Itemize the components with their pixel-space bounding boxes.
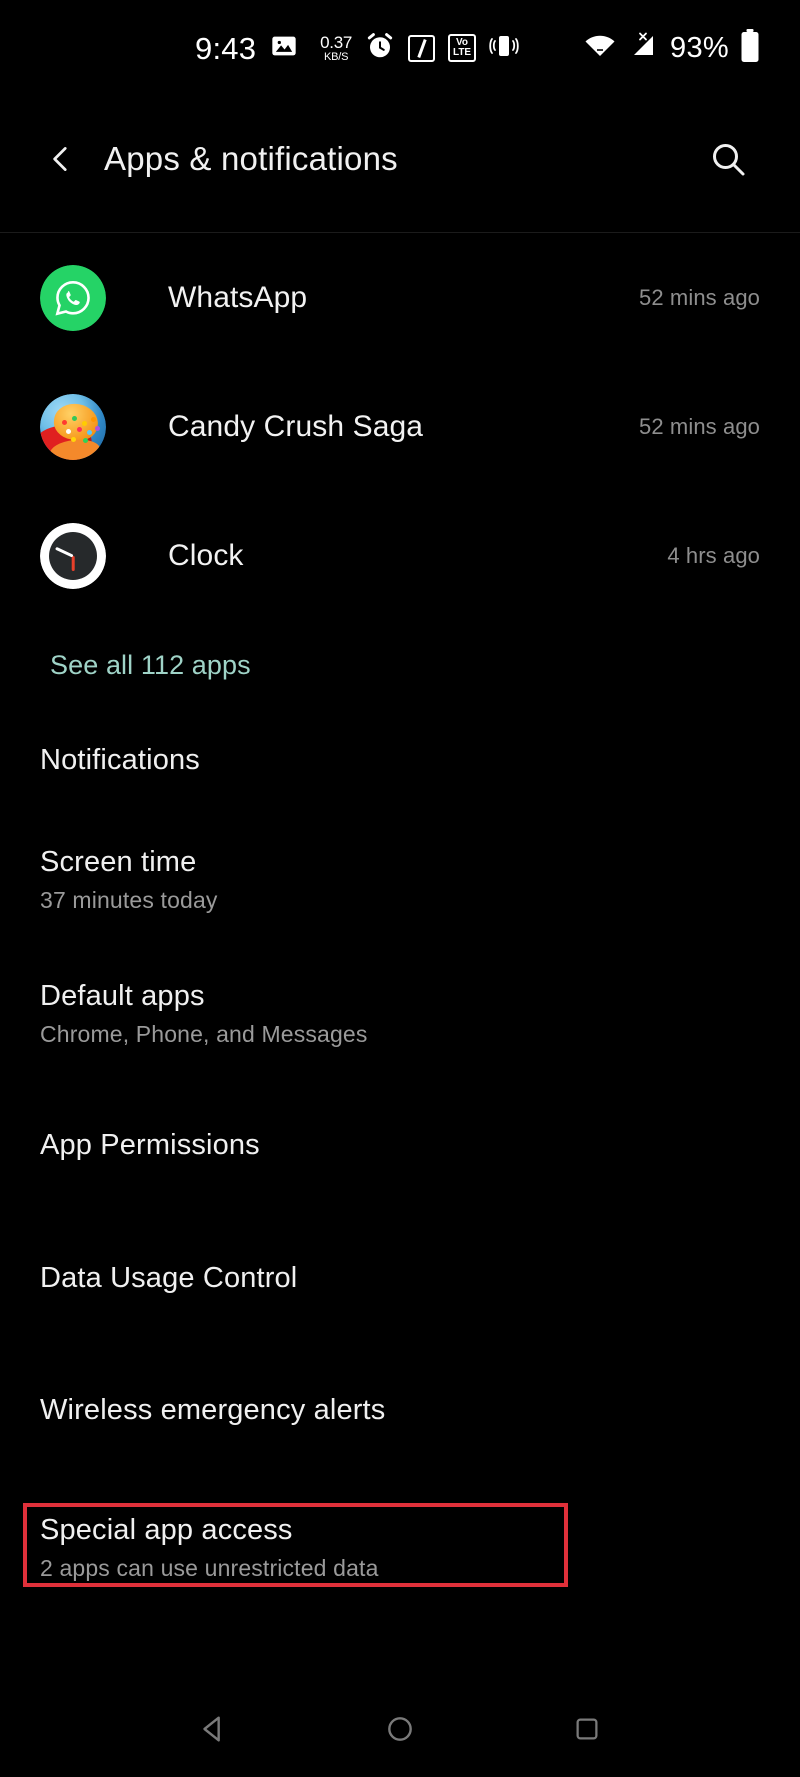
special-app-access-highlight-wrap: Special app access 2 apps can use unrest… [0,1503,800,1603]
setting-item-default-apps[interactable]: Default apps Chrome, Phone, and Messages [0,961,800,1095]
setting-item-app-permissions[interactable]: App Permissions [0,1095,800,1225]
status-bar: 9:43 0.37 KB/S Vo LTE 93% [0,0,800,96]
navigation-bar [0,1680,800,1777]
setting-item-special-app-access[interactable]: Special app access 2 apps can use unrest… [0,1503,800,1603]
setting-item-wireless-emergency-alerts[interactable]: Wireless emergency alerts [0,1357,800,1491]
nav-recents-button[interactable] [555,1697,619,1761]
setting-title: Data Usage Control [40,1262,298,1294]
setting-subtitle: 2 apps can use unrestricted data [40,1555,379,1582]
see-all-apps-link[interactable]: See all 112 apps [0,620,291,715]
setting-item-screen-time[interactable]: Screen time 37 minutes today [0,827,800,961]
setting-title: Notifications [40,744,200,776]
whatsapp-icon [40,264,106,331]
recent-app-time: 52 mins ago [639,284,760,310]
recent-app-time: 4 hrs ago [667,542,760,568]
network-speed-unit: KB/S [323,50,349,63]
search-icon [713,143,745,175]
search-button[interactable] [704,135,752,183]
status-bar-left: 9:43 [195,32,298,65]
nav-home-button[interactable] [368,1697,432,1761]
recent-app-name: Candy Crush Saga [168,409,424,443]
recent-app-name: Clock [168,538,244,572]
setting-title: Screen time [40,846,197,878]
wifi-icon [584,33,616,64]
status-bar-middle: 0.37 KB/S Vo LTE [320,31,519,66]
volte-icon: Vo LTE [448,34,477,62]
chevron-left-icon [53,146,67,171]
clock-icon [40,522,106,589]
recent-app-name: WhatsApp [168,280,308,314]
nav-back-button[interactable] [181,1697,245,1761]
setting-subtitle: 37 minutes today [40,887,218,914]
recent-app-row-clock[interactable]: Clock 4 hrs ago [0,491,800,620]
network-speed-icon: 0.37 KB/S [320,34,352,63]
volte-line-2: LTE [452,47,472,58]
setting-title: Special app access [40,1514,293,1546]
back-triangle-icon [203,1715,221,1742]
setting-title: App Permissions [40,1129,260,1161]
alarm-icon [365,31,395,66]
status-bar-clock: 9:43 [195,30,257,66]
mobile-signal-no-service-icon [627,31,659,66]
phone-screen: 9:43 0.37 KB/S Vo LTE 93% Apps & notific… [0,0,800,1777]
network-speed-value: 0.37 [320,32,353,52]
vibrate-icon [489,33,519,64]
battery-percentage: 93% [670,31,729,64]
back-button[interactable] [38,136,84,182]
setting-title: Default apps [40,980,205,1012]
nfc-icon [408,34,436,62]
app-bar: Apps & notifications [0,96,800,221]
recents-square-icon [576,1718,598,1739]
setting-subtitle: Chrome, Phone, and Messages [40,1021,368,1048]
setting-item-data-usage-control[interactable]: Data Usage Control [0,1225,800,1357]
recent-app-time: 52 mins ago [639,413,760,439]
status-bar-right: 93% [584,28,760,68]
home-circle-icon [388,1716,412,1741]
settings-content: WhatsApp 52 mins ago Candy Crush Saga 52… [0,233,800,1603]
battery-icon [740,28,760,68]
page-title: Apps & notifications [104,139,398,177]
setting-title: Wireless emergency alerts [40,1394,386,1426]
recent-app-row-whatsapp[interactable]: WhatsApp 52 mins ago [0,233,800,362]
screenshot-icon [270,32,298,65]
candy-crush-saga-icon [40,393,106,460]
setting-item-notifications[interactable]: Notifications [0,715,800,827]
recent-app-row-candy-crush-saga[interactable]: Candy Crush Saga 52 mins ago [0,362,800,491]
